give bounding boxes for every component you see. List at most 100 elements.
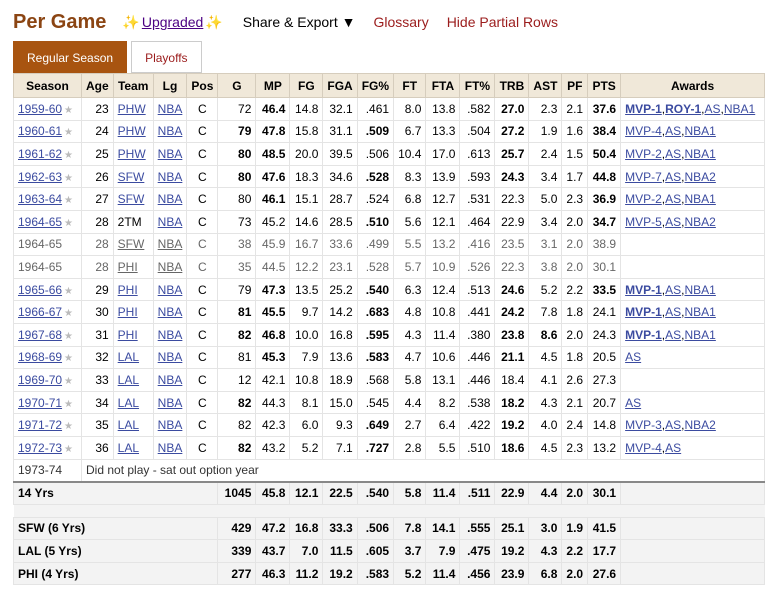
award-link[interactable]: MVP-4 (625, 124, 662, 138)
star-icon[interactable]: ★ (64, 173, 73, 184)
award-link[interactable]: NBA2 (685, 418, 716, 432)
team-link[interactable]: PHI (118, 283, 138, 297)
column-header[interactable]: Team (112, 73, 154, 98)
upgraded-badge[interactable]: ✨ Upgraded ✨ (122, 14, 222, 31)
season-link[interactable]: 1972-73 (18, 441, 62, 455)
league-link[interactable]: NBA (158, 102, 183, 116)
season-link[interactable]: 1970-71 (18, 396, 62, 410)
column-header[interactable]: FG% (356, 73, 395, 98)
team-link[interactable]: PHW (118, 124, 146, 138)
season-link[interactable]: 1959-60 (18, 102, 62, 116)
league-link[interactable]: NBA (158, 124, 183, 138)
star-icon[interactable]: ★ (64, 218, 73, 229)
column-header[interactable]: FT (393, 73, 427, 98)
award-link[interactable]: MVP-5 (625, 215, 662, 229)
league-link[interactable]: NBA (158, 373, 183, 387)
award-link[interactable]: MVP-1 (625, 305, 662, 319)
award-link[interactable]: MVP-2 (625, 192, 662, 206)
tab-regular-season[interactable]: Regular Season (13, 41, 128, 73)
star-icon[interactable]: ★ (64, 444, 73, 455)
award-link[interactable]: NBA2 (685, 215, 716, 229)
team-link[interactable]: LAL (118, 441, 139, 455)
team-link[interactable]: LAL (118, 418, 139, 432)
award-link[interactable]: MVP-3 (625, 418, 662, 432)
award-link[interactable]: AS (665, 192, 681, 206)
league-link[interactable]: NBA (158, 350, 183, 364)
share-export-menu[interactable]: Share & Export ▼ (243, 14, 356, 30)
award-link[interactable]: AS (705, 102, 721, 116)
team-link[interactable]: PHI (118, 328, 138, 342)
star-icon[interactable]: ★ (64, 105, 73, 116)
league-link[interactable]: NBA (158, 305, 183, 319)
award-link[interactable]: MVP-1 (625, 283, 662, 297)
award-link[interactable]: MVP-2 (625, 147, 662, 161)
season-link[interactable]: 1966-67 (18, 305, 62, 319)
award-link[interactable]: AS (665, 418, 681, 432)
team-link[interactable]: PHI (118, 305, 138, 319)
column-header[interactable]: FT% (459, 73, 496, 98)
team-link[interactable]: LAL (118, 373, 139, 387)
season-link[interactable]: 1969-70 (18, 373, 62, 387)
league-link[interactable]: NBA (158, 192, 183, 206)
league-link[interactable]: NBA (158, 328, 183, 342)
column-header[interactable]: Lg (152, 73, 188, 98)
star-icon[interactable]: ★ (64, 353, 73, 364)
award-link[interactable]: MVP-7 (625, 170, 662, 184)
award-link[interactable]: AS (625, 396, 641, 410)
award-link[interactable]: NBA1 (724, 102, 755, 116)
team-link[interactable]: PHW (118, 147, 146, 161)
column-header[interactable]: TRB (494, 73, 530, 98)
award-link[interactable]: NBA2 (685, 170, 716, 184)
award-link[interactable]: MVP-1 (625, 328, 662, 342)
star-icon[interactable]: ★ (64, 421, 73, 432)
column-header[interactable]: Age (81, 73, 114, 98)
team-link[interactable]: SFW (118, 237, 145, 251)
league-link[interactable]: NBA (158, 260, 183, 274)
star-icon[interactable]: ★ (64, 127, 73, 138)
column-header[interactable]: G (217, 73, 257, 98)
award-link[interactable]: AS (665, 305, 681, 319)
star-icon[interactable]: ★ (64, 150, 73, 161)
award-link[interactable]: NBA1 (685, 283, 716, 297)
award-link[interactable]: MVP-4 (625, 441, 662, 455)
season-link[interactable]: 1968-69 (18, 350, 62, 364)
season-link[interactable]: 1967-68 (18, 328, 62, 342)
league-link[interactable]: NBA (158, 237, 183, 251)
column-header[interactable]: Pos (186, 73, 219, 98)
column-header[interactable]: PTS (587, 73, 622, 98)
award-link[interactable]: AS (665, 283, 681, 297)
team-link[interactable]: PHW (118, 102, 146, 116)
star-icon[interactable]: ★ (64, 286, 73, 297)
column-header[interactable]: FTA (425, 73, 461, 98)
league-link[interactable]: NBA (158, 170, 183, 184)
column-header[interactable]: FGA (322, 73, 358, 98)
award-link[interactable]: MVP-1 (625, 102, 662, 116)
award-link[interactable]: AS (665, 170, 681, 184)
award-link[interactable]: AS (665, 124, 681, 138)
team-link[interactable]: PHI (118, 260, 138, 274)
season-link[interactable]: 1964-65 (18, 215, 62, 229)
star-icon[interactable]: ★ (64, 308, 73, 319)
glossary-link[interactable]: Glossary (373, 14, 428, 30)
star-icon[interactable]: ★ (64, 195, 73, 206)
award-link[interactable]: ROY-1 (665, 102, 701, 116)
award-link[interactable]: AS (625, 350, 641, 364)
season-link[interactable]: 1962-63 (18, 170, 62, 184)
league-link[interactable]: NBA (158, 215, 183, 229)
star-icon[interactable]: ★ (64, 331, 73, 342)
column-header[interactable]: Awards (620, 73, 766, 98)
league-link[interactable]: NBA (158, 441, 183, 455)
column-header[interactable]: FG (289, 73, 324, 98)
hide-partial-rows-link[interactable]: Hide Partial Rows (447, 14, 558, 30)
league-link[interactable]: NBA (158, 396, 183, 410)
star-icon[interactable]: ★ (64, 399, 73, 410)
award-link[interactable]: AS (665, 147, 681, 161)
award-link[interactable]: NBA1 (685, 147, 716, 161)
league-link[interactable]: NBA (158, 283, 183, 297)
column-header[interactable]: AST (528, 73, 563, 98)
tab-playoffs[interactable]: Playoffs (131, 41, 202, 73)
season-link[interactable]: 1963-64 (18, 192, 62, 206)
column-header[interactable]: MP (255, 73, 291, 98)
award-link[interactable]: AS (665, 328, 681, 342)
award-link[interactable]: NBA1 (685, 305, 716, 319)
